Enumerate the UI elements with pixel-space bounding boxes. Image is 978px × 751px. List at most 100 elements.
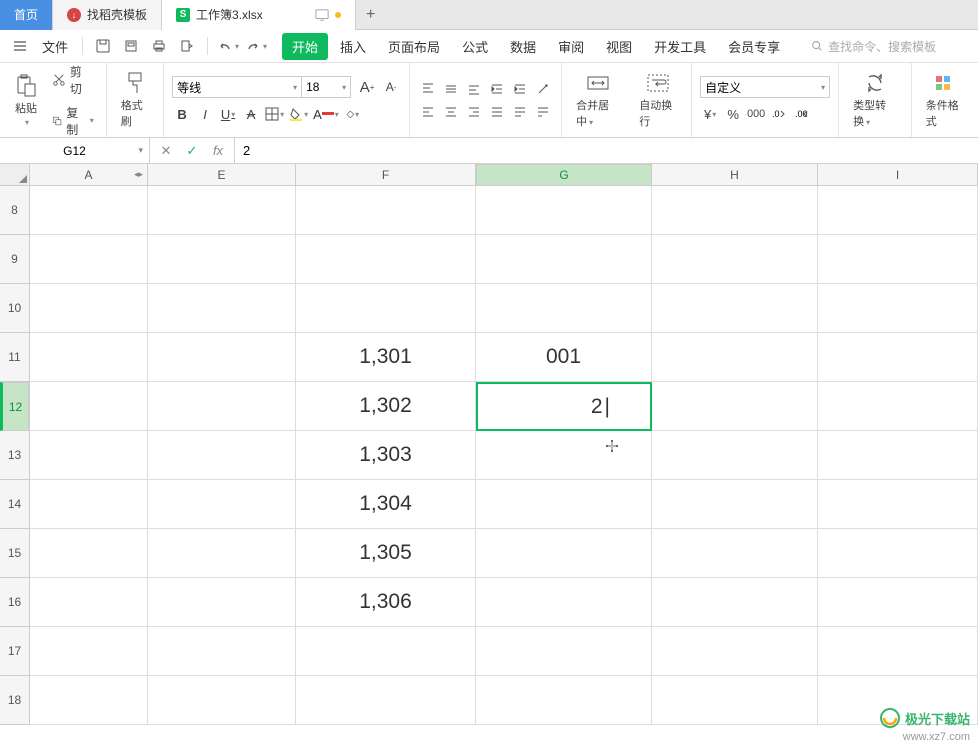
cell-H10[interactable]	[652, 284, 818, 333]
cell-A11[interactable]	[30, 333, 148, 382]
orientation-icon[interactable]	[533, 79, 553, 99]
cell-F15[interactable]: 1,305	[296, 529, 476, 578]
cell-A16[interactable]	[30, 578, 148, 627]
cell-F8[interactable]	[296, 186, 476, 235]
increase-font-icon[interactable]: A+	[357, 77, 377, 97]
column-collapse-icon[interactable]: ◂▸	[134, 169, 143, 180]
print-preview-icon[interactable]	[119, 34, 143, 58]
column-header-H[interactable]: H	[652, 164, 818, 185]
cell-G9[interactable]	[476, 235, 652, 284]
cell-F13[interactable]: 1,303	[296, 431, 476, 480]
cell-H13[interactable]	[652, 431, 818, 480]
print-icon[interactable]	[147, 34, 171, 58]
cell-I10[interactable]	[818, 284, 978, 333]
cell-G12[interactable]: 2	[476, 382, 652, 431]
cell-I14[interactable]	[818, 480, 978, 529]
italic-button[interactable]: I	[195, 104, 215, 124]
cell-H17[interactable]	[652, 627, 818, 676]
auto-wrap-button[interactable]: 自动换行	[633, 67, 683, 133]
cell-F16[interactable]: 1,306	[296, 578, 476, 627]
cell-H16[interactable]	[652, 578, 818, 627]
cell-F9[interactable]	[296, 235, 476, 284]
tab-data[interactable]: 数据	[500, 33, 546, 60]
align-middle-icon[interactable]	[441, 79, 461, 99]
column-header-I[interactable]: I	[818, 164, 978, 185]
formula-input[interactable]: 2	[235, 138, 978, 163]
decrease-font-icon[interactable]: A-	[381, 77, 401, 97]
cell-I9[interactable]	[818, 235, 978, 284]
cell-G14[interactable]	[476, 480, 652, 529]
cells-grid[interactable]: 1,3010011,30221,3031,3041,3051,306	[30, 186, 978, 725]
cell-H14[interactable]	[652, 480, 818, 529]
phonetic-button[interactable]: ◇▾	[343, 104, 363, 124]
tab-view[interactable]: 视图	[596, 33, 642, 60]
style-convert-button[interactable]: 类型转换▾	[847, 67, 903, 133]
cell-G17[interactable]	[476, 627, 652, 676]
row-header-11[interactable]: 11	[0, 333, 29, 382]
cell-H11[interactable]	[652, 333, 818, 382]
cell-F14[interactable]: 1,304	[296, 480, 476, 529]
row-header-15[interactable]: 15	[0, 529, 29, 578]
align-right-icon[interactable]	[464, 102, 484, 122]
cut-button[interactable]: 剪切	[48, 61, 98, 99]
bold-button[interactable]: B	[172, 104, 192, 124]
cell-G11[interactable]: 001	[476, 333, 652, 382]
column-header-G[interactable]: G	[476, 164, 652, 186]
menu-hamburger-icon[interactable]	[8, 34, 32, 58]
cond-format-button[interactable]: 条件格式	[920, 67, 970, 133]
select-all-corner[interactable]	[0, 164, 30, 185]
cell-E10[interactable]	[148, 284, 296, 333]
row-header-10[interactable]: 10	[0, 284, 29, 333]
cell-H8[interactable]	[652, 186, 818, 235]
cell-E14[interactable]	[148, 480, 296, 529]
fill-color-button[interactable]: ▾	[288, 104, 309, 124]
cell-F10[interactable]	[296, 284, 476, 333]
cell-E16[interactable]	[148, 578, 296, 627]
undo-icon[interactable]: ▾	[216, 34, 240, 58]
cell-A17[interactable]	[30, 627, 148, 676]
row-header-12[interactable]: 12	[0, 382, 29, 431]
cell-E9[interactable]	[148, 235, 296, 284]
underline-button[interactable]: U▾	[218, 104, 238, 124]
cell-G16[interactable]	[476, 578, 652, 627]
number-format-select[interactable]: 自定义▾	[700, 76, 830, 98]
cell-E13[interactable]	[148, 431, 296, 480]
cell-F11[interactable]: 1,301	[296, 333, 476, 382]
file-menu[interactable]: 文件	[36, 37, 74, 56]
accept-formula-icon[interactable]: ✓	[184, 143, 200, 159]
font-name-select[interactable]: 等线▾	[172, 76, 302, 98]
comma-button[interactable]: 000	[746, 104, 766, 124]
tab-review[interactable]: 审阅	[548, 33, 594, 60]
border-button[interactable]: ▾	[264, 104, 285, 124]
tab-insert[interactable]: 插入	[330, 33, 376, 60]
cell-I16[interactable]	[818, 578, 978, 627]
align-bottom-icon[interactable]	[464, 79, 484, 99]
cell-A13[interactable]	[30, 431, 148, 480]
indent-increase-icon[interactable]	[510, 79, 530, 99]
row-header-17[interactable]: 17	[0, 627, 29, 676]
cell-A9[interactable]	[30, 235, 148, 284]
cell-G18[interactable]	[476, 676, 652, 725]
cell-G13[interactable]	[476, 431, 652, 480]
cell-E18[interactable]	[148, 676, 296, 725]
font-size-select[interactable]: 18▾	[301, 76, 351, 98]
wrap-icon[interactable]	[533, 102, 553, 122]
row-header-18[interactable]: 18	[0, 676, 29, 725]
row-header-9[interactable]: 9	[0, 235, 29, 284]
tab-start[interactable]: 开始	[282, 33, 328, 60]
column-header-E[interactable]: E	[148, 164, 296, 185]
percent-button[interactable]: %	[723, 104, 743, 124]
row-header-14[interactable]: 14	[0, 480, 29, 529]
cell-I13[interactable]	[818, 431, 978, 480]
column-header-A[interactable]: A◂▸	[30, 164, 148, 185]
distribute-icon[interactable]	[510, 102, 530, 122]
align-left-icon[interactable]	[418, 102, 438, 122]
cell-E15[interactable]	[148, 529, 296, 578]
copy-button[interactable]: 复制▾	[48, 102, 98, 140]
tab-dev-tools[interactable]: 开发工具	[644, 33, 716, 60]
column-header-F[interactable]: F	[296, 164, 476, 185]
cell-H9[interactable]	[652, 235, 818, 284]
cell-A10[interactable]	[30, 284, 148, 333]
cell-F18[interactable]	[296, 676, 476, 725]
fx-icon[interactable]: fx	[210, 143, 226, 159]
